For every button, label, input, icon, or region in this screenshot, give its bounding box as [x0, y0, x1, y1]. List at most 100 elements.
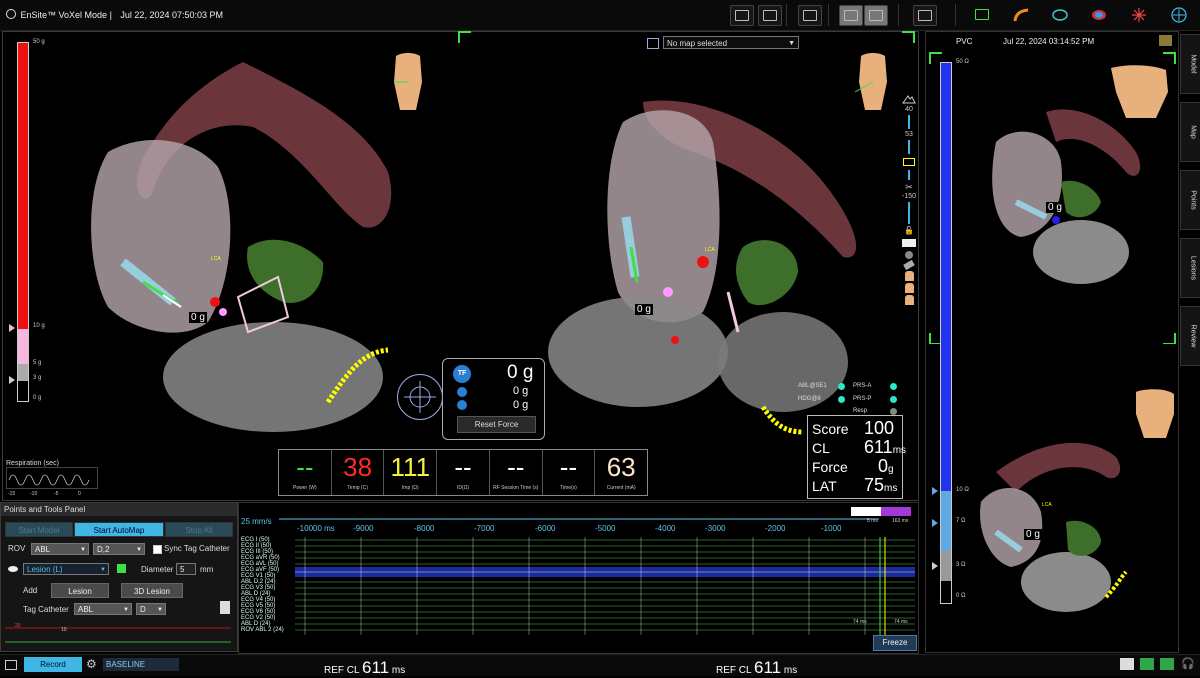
id-label: ID(Ω) — [456, 485, 470, 491]
sweep-speed[interactable]: 25 mm/s — [241, 517, 272, 526]
freeze-button[interactable]: Freeze — [873, 635, 917, 651]
capture-button[interactable] — [730, 5, 754, 26]
depth-slider[interactable] — [908, 202, 910, 224]
torso-view-lao-icon[interactable] — [904, 283, 914, 293]
snapshot-button[interactable] — [798, 5, 822, 26]
signal-icon[interactable] — [1140, 658, 1154, 670]
gear-icon[interactable]: ⚙ — [86, 657, 97, 671]
imp-mid-marker[interactable] — [932, 519, 938, 527]
temp-label: Temp (C) — [347, 485, 368, 491]
force-threshold-marker[interactable] — [9, 324, 15, 332]
lock-icon[interactable]: 🔓 — [899, 226, 919, 235]
main-3d-viewport[interactable]: 50 g 10 g 5 g 3 g 0 g No map selected ▼ 0… — [2, 31, 919, 501]
ref-label: REF — [716, 665, 736, 676]
scissors-icon[interactable]: ✂ — [899, 182, 919, 193]
tab-model[interactable]: Model — [1180, 34, 1200, 94]
surface-tool-button[interactable] — [1049, 5, 1071, 24]
window-icon[interactable] — [5, 660, 17, 670]
notes-icon[interactable] — [220, 601, 230, 614]
imp-scale-3: 3 Ω — [956, 562, 966, 568]
headset-icon[interactable]: 🎧 — [1181, 657, 1195, 670]
view-thumbnail-icon[interactable] — [1159, 35, 1172, 46]
lesion-color-swatch[interactable] — [117, 564, 126, 573]
sync-tag-checkbox[interactable] — [153, 545, 162, 554]
stop-all-button[interactable]: Stop All — [165, 522, 233, 537]
add-3d-lesion-button[interactable]: 3D Lesion — [121, 583, 183, 598]
single-view-button[interactable] — [864, 5, 888, 26]
depth-value: -150 — [901, 193, 916, 200]
tab-lesions[interactable]: Lesions — [1180, 238, 1200, 298]
spark-icon — [1132, 7, 1146, 22]
view-tool-column: 40 53 ✂ -150 🔓 — [899, 94, 919, 307]
legend-dot-abl — [838, 383, 845, 390]
tag-electrode-select[interactable]: D ▼ — [136, 603, 166, 615]
imp-min-marker[interactable] — [932, 562, 938, 570]
secondary-force-tag-lower: 0 g — [1024, 529, 1042, 540]
info-button[interactable] — [1168, 5, 1190, 24]
start-model-button[interactable]: Start Model — [5, 522, 73, 537]
app-title: EnSite™ VoXel Mode | Jul 22, 2024 07:50:… — [6, 9, 223, 20]
imp-scale-zero: 0 Ω — [956, 593, 966, 599]
param-id: -- ID(Ω) — [437, 450, 490, 495]
imp-threshold-marker[interactable] — [932, 487, 938, 495]
tag-catheter-select[interactable]: ABL ▼ — [74, 603, 132, 615]
rov-electrode-value: D,2 — [97, 545, 110, 554]
orientation-torso-icon[interactable] — [853, 52, 889, 112]
display-settings-button[interactable] — [913, 5, 937, 26]
print-button[interactable] — [758, 5, 782, 26]
ecg-waveform-panel[interactable]: 25 mm/s -10000 ms -9000 -8000 -7000 -600… — [238, 502, 919, 654]
axial-force-value: 0 g — [513, 399, 529, 411]
globe-icon[interactable] — [905, 251, 913, 259]
rov-electrode-select[interactable]: D,2 ▼ — [93, 543, 145, 555]
torso-view-ap-icon[interactable] — [904, 271, 914, 281]
mapping-catheter-right — [726, 291, 740, 333]
network-icon[interactable] — [1160, 658, 1174, 670]
tab-label: Review — [1189, 324, 1197, 348]
start-automap-button[interactable]: Start AutoMap — [74, 522, 164, 537]
dual-view-button[interactable] — [839, 5, 863, 26]
tab-review[interactable]: Review — [1180, 306, 1200, 366]
baseline-field[interactable]: BASELINE — [103, 658, 179, 671]
secondary-anatomy-scene[interactable] — [976, 62, 1176, 622]
tab-map[interactable]: Map — [1180, 102, 1200, 162]
force-min-marker[interactable] — [9, 376, 15, 384]
catheter-tool-button[interactable] — [1011, 5, 1033, 24]
power-value: -- — [296, 452, 314, 482]
chevron-down-icon: ▼ — [157, 607, 163, 613]
torso-view-rao-icon[interactable] — [904, 295, 914, 305]
ecg-tail-a: 74 ms — [853, 619, 867, 625]
secondary-view-datetime: Jul 22, 2024 03:14:52 PM — [1003, 37, 1095, 46]
map-tool-button[interactable] — [1088, 5, 1110, 24]
panel-mini-strip — [5, 627, 231, 643]
lca-label-right: LCA — [705, 247, 715, 253]
map-view-icon[interactable] — [647, 38, 659, 49]
add-lesion-button[interactable]: Lesion — [51, 583, 109, 598]
param-current: 63 Current (mA) — [595, 450, 647, 495]
secondary-3d-view[interactable]: PVC Jul 22, 2024 03:14:52 PM 50 Ω 10 Ω 7… — [925, 31, 1179, 653]
ablation-tool-button[interactable] — [1128, 5, 1150, 24]
diameter-stepper[interactable]: 5 — [176, 563, 196, 575]
catheter-visibility-icon[interactable] — [903, 259, 915, 271]
reset-force-button[interactable]: Reset Force — [457, 416, 536, 433]
transparency-slider[interactable] — [908, 115, 910, 129]
clip-slider[interactable] — [908, 140, 910, 154]
monitor-button[interactable] — [971, 5, 993, 24]
ref-label: REF — [324, 665, 344, 676]
marker-handle-right[interactable] — [881, 507, 911, 516]
tab-points[interactable]: Points — [1180, 170, 1200, 230]
rov-catheter-select[interactable]: ABL ▼ — [31, 543, 89, 555]
chat-icon[interactable] — [1120, 658, 1134, 670]
lesion-type-select[interactable]: Lesion (L) ▼ — [23, 563, 109, 575]
diameter-label: Diameter — [141, 565, 174, 574]
white-swatch[interactable] — [902, 239, 916, 247]
orientation-torso-icon[interactable] — [388, 52, 424, 112]
axial-force-icon — [457, 400, 467, 410]
tab-label: Lesions — [1189, 255, 1197, 281]
cl-value: 611 — [864, 437, 893, 457]
map-selector-dropdown[interactable]: No map selected ▼ — [663, 36, 799, 49]
mountain-icon[interactable] — [902, 94, 916, 104]
points-tools-panel: Points and Tools Panel Start Model Start… — [0, 502, 238, 652]
legend-label-abl: ABL@SE1 — [798, 383, 827, 389]
record-button[interactable]: Record — [24, 657, 82, 672]
marker-handle-left[interactable] — [851, 507, 881, 516]
